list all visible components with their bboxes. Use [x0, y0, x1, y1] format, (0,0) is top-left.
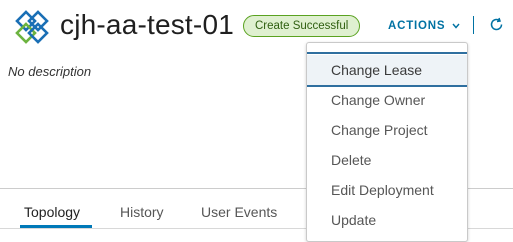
menu-item-delete[interactable]: Delete	[307, 145, 467, 175]
tab-user-events[interactable]: User Events	[201, 198, 277, 226]
deployment-description: No description	[8, 64, 92, 79]
menu-item-change-owner[interactable]: Change Owner	[307, 85, 467, 115]
page-title: cjh-aa-test-01	[60, 9, 234, 40]
highlight-border-top	[307, 52, 467, 54]
menu-item-update[interactable]: Update	[307, 205, 467, 235]
status-badge: Create Successful	[243, 15, 361, 37]
menu-item-edit-deployment[interactable]: Edit Deployment	[307, 175, 467, 205]
menu-item-change-lease[interactable]: Change Lease	[307, 55, 467, 85]
actions-label: ACTIONS	[388, 20, 446, 33]
refresh-icon[interactable]	[489, 17, 504, 32]
chevron-down-icon	[452, 18, 460, 34]
menu-item-change-project[interactable]: Change Project	[307, 115, 467, 145]
tab-topology[interactable]: Topology	[24, 198, 80, 226]
actions-dropdown-menu: Change Lease Change Owner Change Project…	[306, 42, 468, 242]
tab-history[interactable]: History	[120, 198, 164, 226]
deployment-logo-icon	[14, 9, 50, 45]
toolbar-divider	[473, 16, 474, 34]
actions-button[interactable]: ACTIONS	[388, 18, 460, 34]
